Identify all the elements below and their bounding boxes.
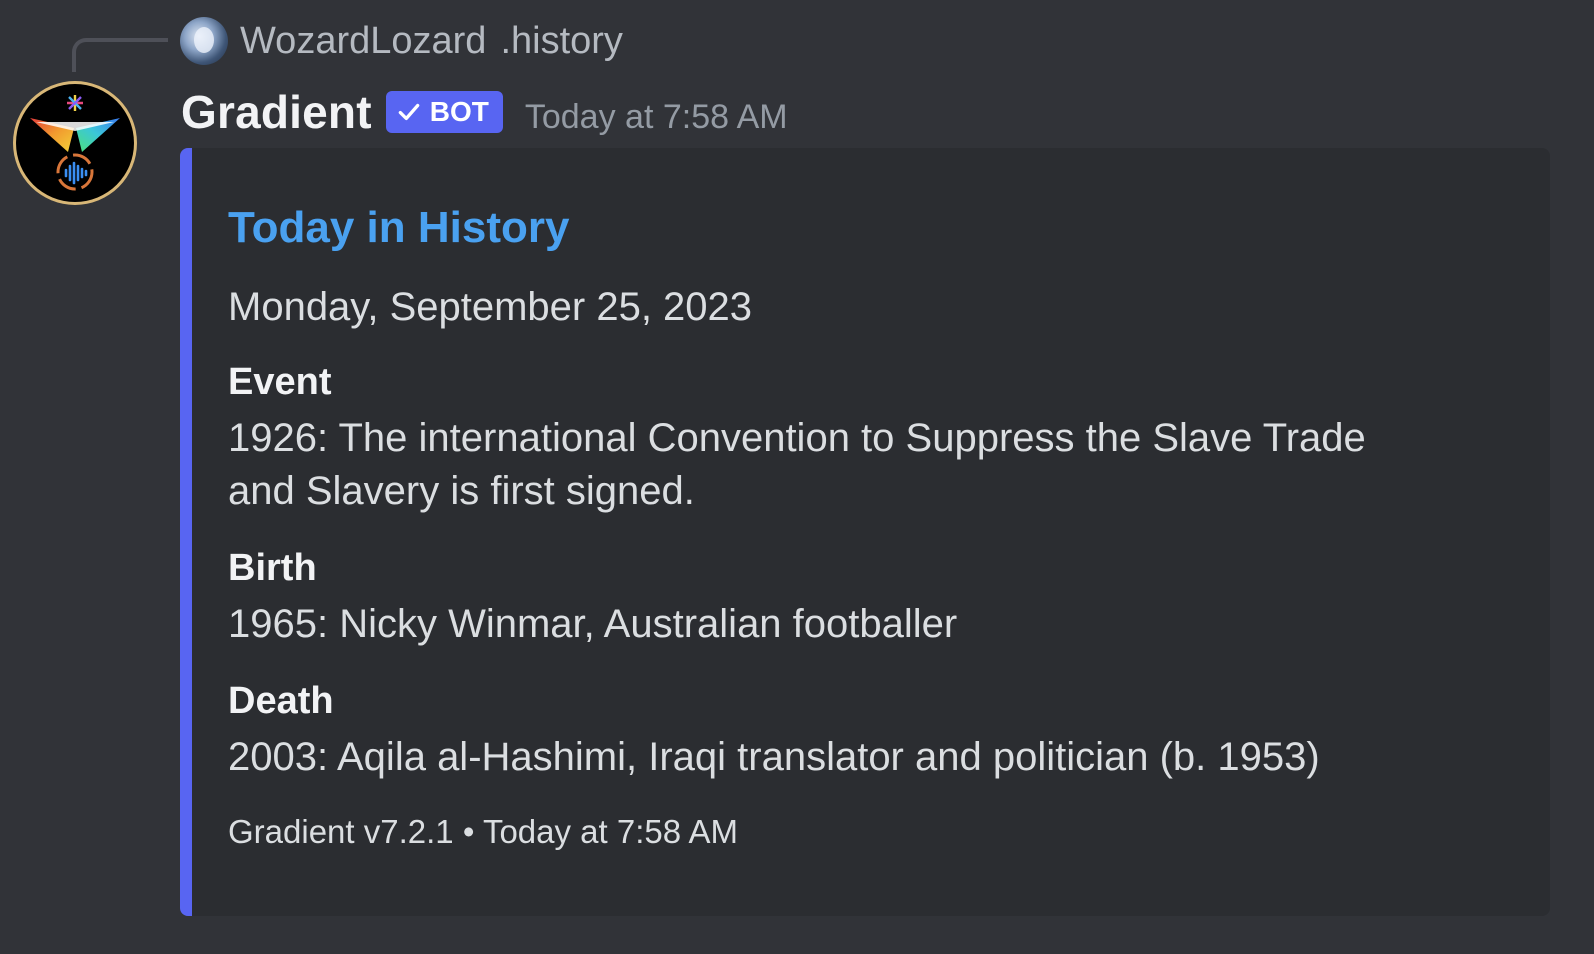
footer-separator: •: [462, 813, 475, 850]
footer-text: Gradient v7.2.1: [228, 813, 454, 850]
embed-footer: Gradient v7.2.1 • Today at 7:58 AM: [228, 810, 1510, 854]
field-name: Death: [228, 680, 334, 722]
reply-username[interactable]: WozardLozard: [240, 20, 486, 63]
reply-connector: [72, 38, 168, 72]
field-value: 2003: Aqila al-Hashimi, Iraqi translator…: [228, 735, 1320, 779]
message-timestamp[interactable]: Today at 7:58 AM: [525, 98, 788, 137]
embed-title[interactable]: Today in History: [228, 200, 1510, 256]
bot-badge: BOT: [385, 91, 503, 133]
reply-content[interactable]: .history: [500, 20, 622, 63]
field-name: Event: [228, 361, 332, 403]
history-embed: Today in History Monday, September 25, 2…: [180, 148, 1550, 916]
bot-badge-label: BOT: [429, 96, 489, 127]
reply-reference[interactable]: WozardLozard .history: [180, 16, 623, 66]
embed-field-death: Death 2003: Aqila al-Hashimi, Iraqi tran…: [228, 677, 1510, 784]
reply-avatar[interactable]: [180, 17, 228, 65]
embed-field-birth: Birth 1965: Nicky Winmar, Australian foo…: [228, 544, 1510, 651]
verified-check-icon: [398, 103, 420, 121]
field-value: 1926: The international Convention to Su…: [228, 416, 1366, 513]
field-name: Birth: [228, 547, 317, 589]
bot-avatar[interactable]: [16, 84, 134, 202]
chat-message: WozardLozard .history Gradient BOT Today…: [0, 0, 1594, 954]
author-name[interactable]: Gradient: [181, 85, 372, 139]
embed-field-event: Event 1926: The international Convention…: [228, 358, 1510, 518]
gradient-logo-icon: [30, 95, 120, 191]
embed-description: Monday, September 25, 2023: [228, 285, 753, 329]
footer-timestamp: Today at 7:58 AM: [482, 813, 738, 850]
field-value: 1965: Nicky Winmar, Australian footballe…: [228, 602, 958, 646]
message-header: Gradient BOT Today at 7:58 AM: [181, 82, 788, 142]
